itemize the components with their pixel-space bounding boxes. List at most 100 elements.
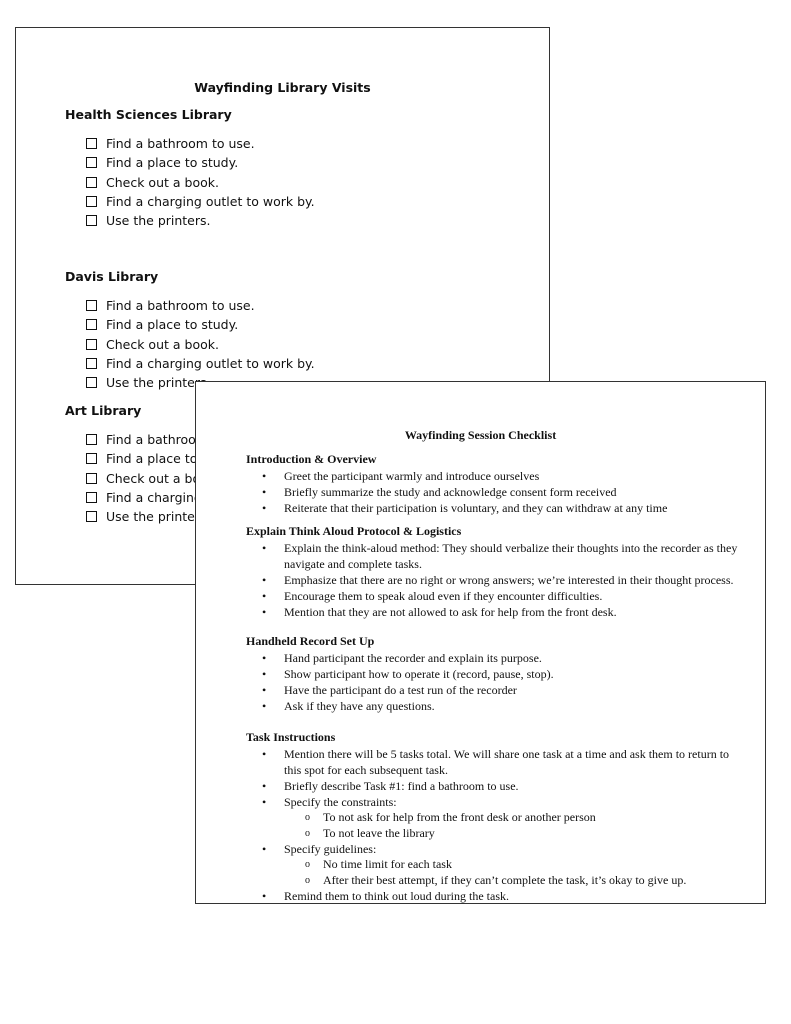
session-checklist-page: Wayfinding Session Checklist Introductio…	[195, 381, 766, 904]
item-text: Specify the constraints:	[284, 795, 397, 809]
library-section: Davis Library Find a bathroom to use. Find…	[65, 267, 315, 392]
bullet-item: • Specify the constraints:	[246, 794, 745, 810]
checkbox-icon[interactable]	[86, 338, 97, 350]
checklist-item: Find a charging outlet to work by.	[86, 192, 315, 211]
bullet-icon: •	[262, 795, 267, 809]
bullet-item: • Have the participant do a test run of t…	[246, 682, 745, 698]
page-title: Wayfinding Session Checklist	[404, 428, 557, 442]
sub-bullet-item: o To not leave the library	[246, 826, 745, 842]
checkbox-icon[interactable]	[86, 176, 97, 188]
circle-bullet-icon: o	[305, 827, 310, 839]
item-text: Hand participant the recorder and explai…	[284, 651, 542, 665]
section-heading: Explain Think Aloud Protocol & Logistics	[246, 524, 462, 538]
bullet-item: • Remind them to think out loud during th…	[246, 888, 745, 904]
checklist-item: Find a place to study.	[86, 153, 315, 172]
bullet-item: • Briefly describe Task #1: find a bathro…	[246, 778, 745, 794]
bullet-item: • Explain the think-aloud method: They sh…	[246, 540, 745, 572]
bullet-icon: •	[262, 889, 267, 903]
section-heading: Davis Library	[65, 269, 159, 284]
item-text: Ask if they have any questions.	[284, 699, 435, 713]
bullet-icon: •	[262, 683, 267, 697]
bullet-list: • Mention there will be 5 tasks total. We…	[246, 746, 745, 904]
checkbox-icon[interactable]	[86, 138, 97, 149]
item-label: Find a place to study.	[106, 317, 239, 333]
checklist: Find a bathroom to use. Find a place to s…	[65, 134, 315, 230]
item-label: Check out a book.	[106, 174, 219, 190]
item-text: Have the participant do a test run of th…	[284, 683, 517, 697]
item-text: Emphasize that there are no right or wro…	[284, 573, 734, 587]
bullet-item: • Show participant how to operate it (rec…	[246, 666, 745, 682]
item-text: Explain the think-aloud method: They sho…	[284, 541, 738, 571]
bullet-item: • Greet the participant warmly and introd…	[246, 468, 745, 484]
checkbox-icon[interactable]	[86, 472, 97, 484]
checkbox-icon[interactable]	[86, 511, 97, 523]
checklist-section: Explain Think Aloud Protocol & Logistics…	[246, 523, 745, 620]
checkbox-icon[interactable]	[86, 300, 97, 311]
item-text: Greet the participant warmly and introdu…	[284, 469, 540, 483]
sub-bullet-item: o No time limit for each task	[246, 857, 745, 873]
library-section: Health Sciences Library Find a bathroom t…	[65, 105, 315, 230]
bullet-item: • Ask if they have any questions.	[246, 698, 745, 714]
sub-item-text: After their best attempt, if they can’t …	[323, 872, 687, 887]
bullet-icon: •	[262, 469, 267, 483]
bullet-icon: •	[262, 699, 267, 713]
checkbox-icon[interactable]	[86, 434, 97, 445]
item-label: Find a bathroom to use.	[106, 298, 255, 313]
item-text: Reiterate that their participation is vo…	[284, 501, 668, 515]
item-text: Remind them to think out loud during the…	[284, 889, 509, 903]
checkbox-icon[interactable]	[86, 319, 97, 331]
circle-bullet-icon: o	[305, 859, 310, 870]
section-heading: Health Sciences Library	[65, 107, 232, 122]
bullet-item: • Emphasize that there are no right or wr…	[246, 572, 745, 588]
item-label: Check out a book.	[106, 336, 219, 352]
checkbox-icon[interactable]	[86, 357, 97, 369]
checkbox-icon[interactable]	[86, 377, 97, 389]
checklist: Find a bathroom to use. Find a place to s…	[65, 296, 315, 392]
checklist-item: Find a bathroom to use.	[86, 134, 315, 153]
bullet-item: • Mention that they are not allowed to as…	[246, 604, 745, 620]
bullet-item: • Specify guidelines:	[246, 841, 745, 857]
bullet-icon: •	[262, 485, 267, 499]
bullet-icon: •	[262, 573, 267, 587]
item-label: Find a bathroom to use.	[106, 136, 255, 151]
bullet-icon: •	[262, 589, 267, 603]
checklist-item: Find a place to study.	[86, 315, 315, 334]
circle-bullet-icon: o	[305, 812, 310, 823]
checkbox-icon[interactable]	[86, 491, 97, 503]
section-heading: Introduction & Overview	[246, 452, 377, 466]
bullet-item: • Reiterate that their participation is v…	[246, 500, 745, 516]
bullet-icon: •	[262, 779, 267, 793]
item-label: Find a place to study.	[106, 155, 239, 171]
checkbox-icon[interactable]	[86, 453, 97, 465]
item-text: Show participant how to operate it (reco…	[284, 667, 554, 681]
page-title: Wayfinding Library Visits	[194, 80, 371, 95]
checkbox-icon[interactable]	[86, 195, 97, 207]
checklist-section: Task Instructions • Mention there will be …	[246, 729, 745, 904]
bullet-list: • Greet the participant warmly and introd…	[246, 468, 745, 516]
checkbox-icon[interactable]	[86, 157, 97, 169]
bullet-icon: •	[262, 747, 267, 761]
sub-bullet-item: o After their best attempt, if they can’t…	[246, 873, 745, 889]
bullet-item: • Briefly summarize the study and acknowl…	[246, 484, 745, 500]
item-text: Encourage them to speak aloud even if th…	[284, 589, 603, 603]
checklist-item: Find a charging outlet to work by.	[86, 354, 315, 373]
section-heading: Handheld Record Set Up	[246, 634, 375, 648]
item-text: Mention that they are not allowed to ask…	[284, 605, 617, 619]
bullet-list: • Hand participant the recorder and expla…	[246, 650, 745, 714]
bullet-icon: •	[262, 501, 267, 515]
bullet-icon: •	[262, 842, 267, 856]
checklist-section: Handheld Record Set Up • Hand participant …	[246, 633, 745, 714]
bullet-item: • Hand participant the recorder and expla…	[246, 650, 745, 666]
checklist-section: Introduction & Overview • Greet the partic…	[246, 451, 745, 516]
bullet-icon: •	[262, 651, 267, 665]
checkbox-icon[interactable]	[86, 215, 97, 227]
circle-bullet-icon: o	[305, 874, 310, 886]
bullet-icon: •	[262, 541, 267, 555]
bullet-icon: •	[262, 605, 267, 619]
bullet-icon: •	[262, 667, 267, 681]
item-label: Find a charging outlet to work by.	[106, 355, 315, 371]
bullet-list: • Explain the think-aloud method: They sh…	[246, 540, 745, 620]
checklist-item: Check out a book.	[86, 173, 315, 192]
bullet-item: • Mention there will be 5 tasks total. We…	[246, 746, 745, 778]
sub-item-text: No time limit for each task	[323, 857, 452, 871]
